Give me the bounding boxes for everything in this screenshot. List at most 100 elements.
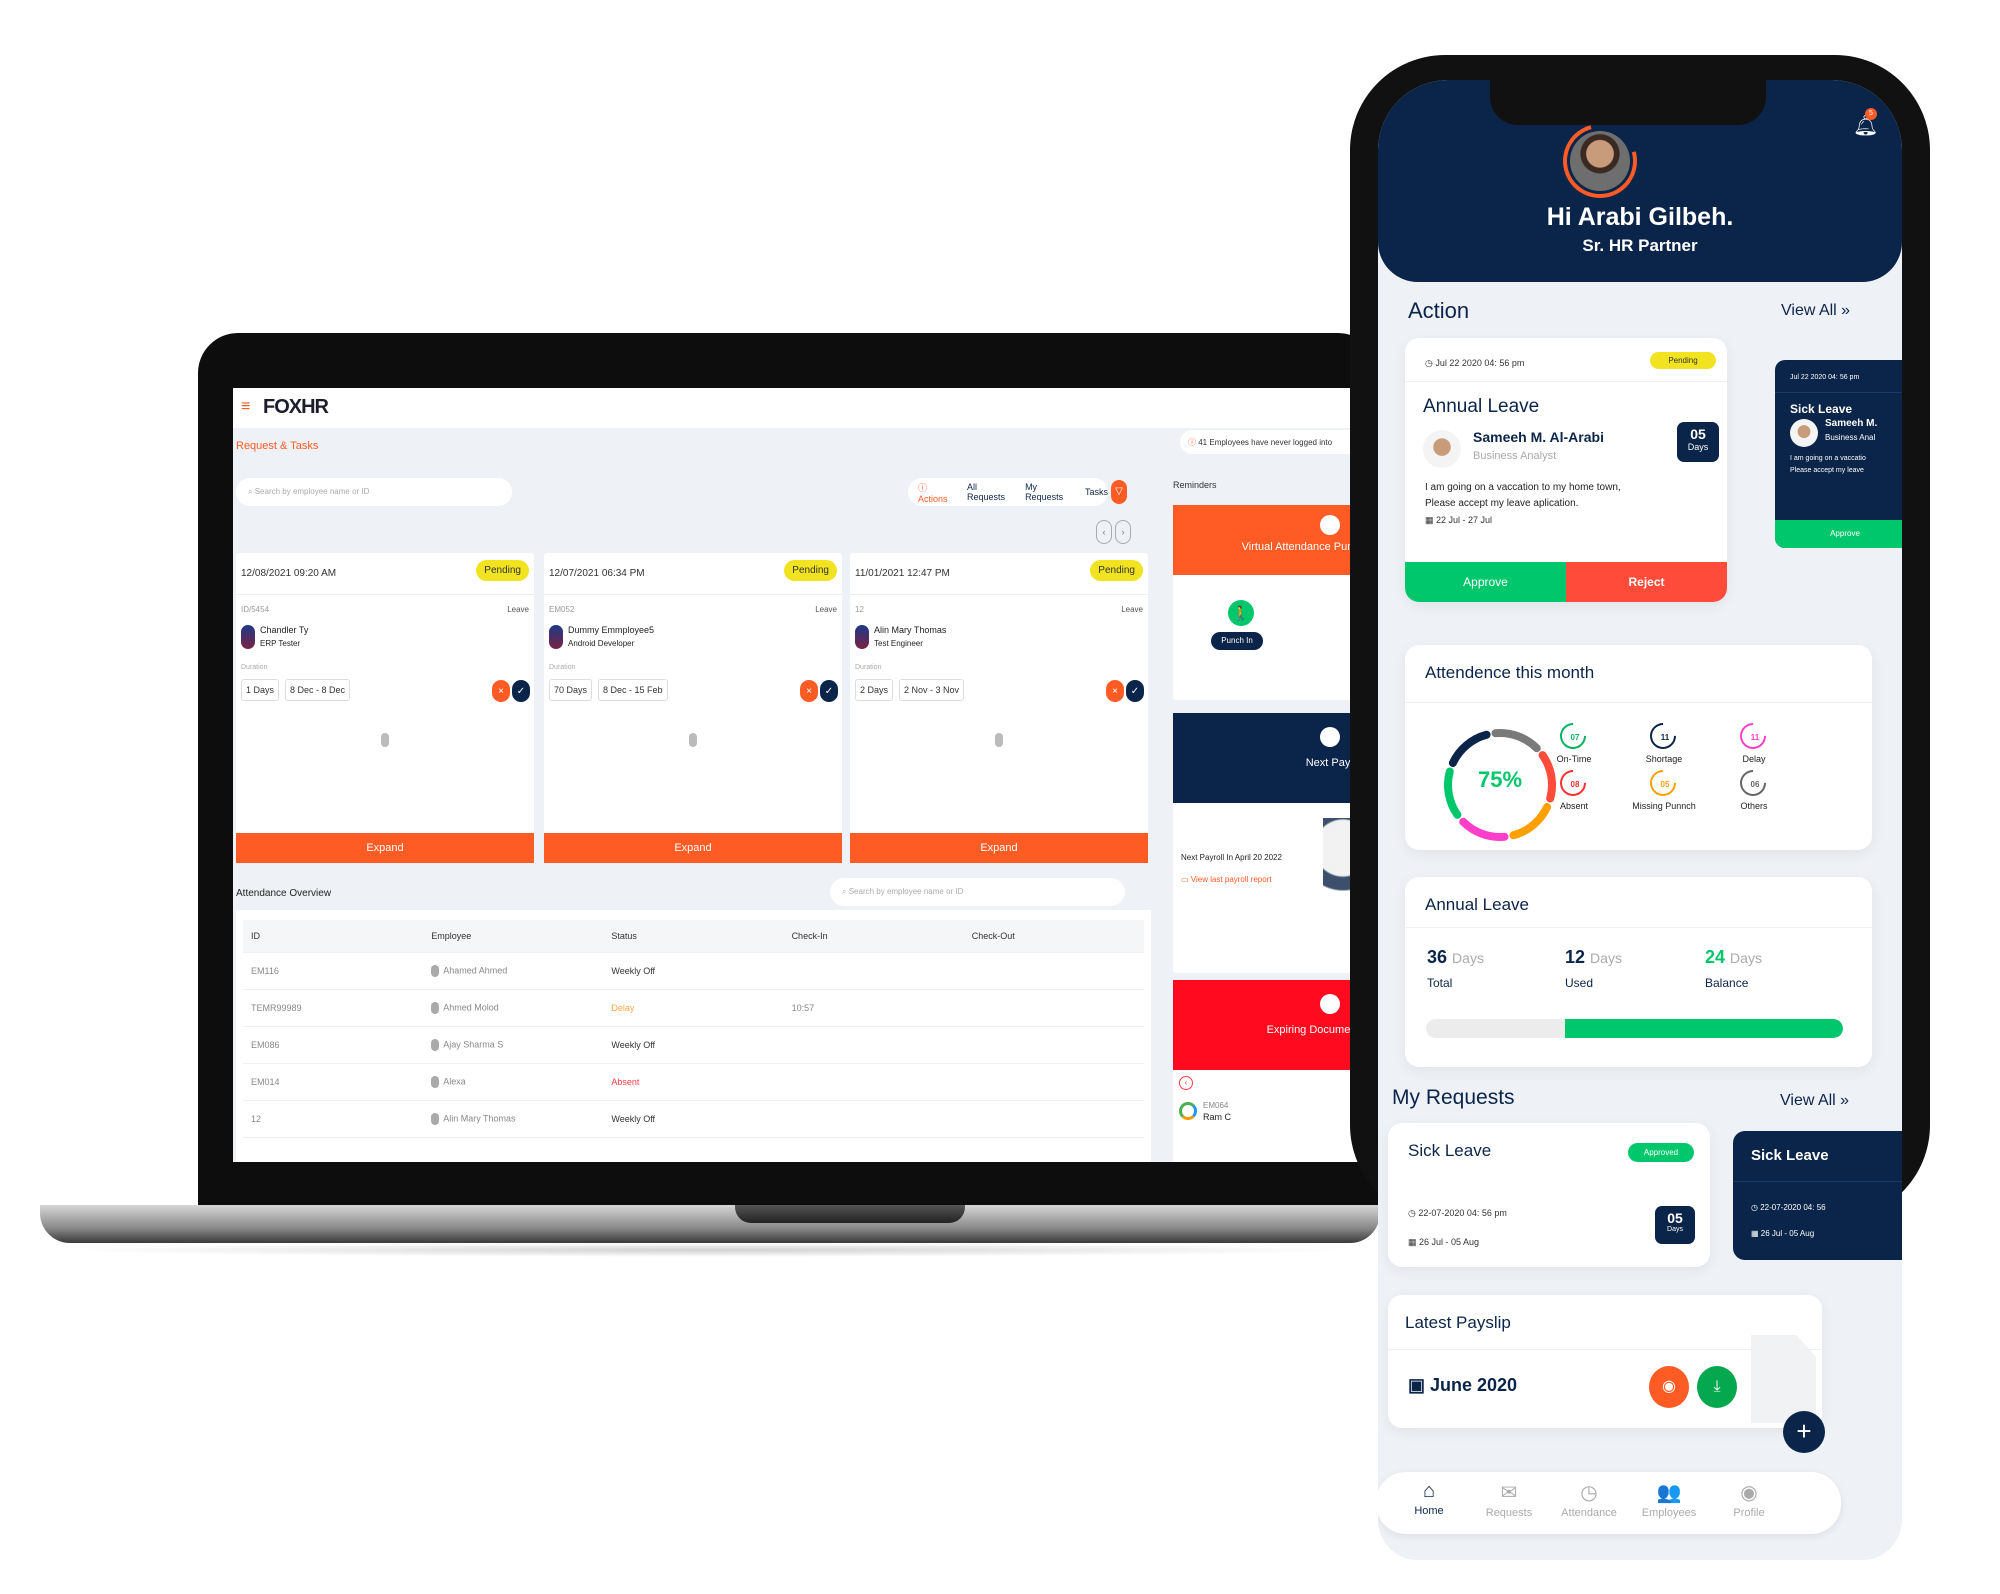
stat-value: 07 [1570,733,1580,742]
cell-employee: Alin Mary Thomas [423,1100,604,1138]
people-icon: 👥 [1656,1482,1682,1504]
nav-attendance[interactable]: ◷ Attendance [1544,1480,1634,1519]
cell-checkout [963,952,1144,990]
camera-notch [1490,80,1766,125]
duration-range: 8 Dec - 15 Feb [598,679,668,701]
duration-label: Duration [855,664,882,671]
approve-button[interactable]: ✓ [512,680,530,702]
column-header[interactable]: Check-In [783,920,964,953]
approve-button[interactable]: Approve [1405,562,1566,602]
reject-button[interactable]: × [492,680,510,702]
my-request-card-2[interactable]: Sick Leave ◷ 22-07-2020 04: 56 ▦ 26 Jul … [1733,1131,1902,1260]
bottom-nav: ⌂ Home ✉ Requests ◷ Attendance 👥 Employees ◉ Prof… [1378,1472,1841,1534]
nav-employees[interactable]: 👥 Employees [1624,1480,1714,1519]
employee-name: Dummy Emmployee5 [568,625,655,635]
download-payslip-button[interactable]: ⤓ [1697,1366,1737,1408]
stat-value: 11 [1750,733,1760,742]
nav-home[interactable]: ⌂ Home [1384,1480,1474,1517]
avatar[interactable] [1570,131,1630,191]
approve-button[interactable]: ✓ [820,680,838,702]
employee-avatar [1790,419,1818,447]
employee-avatar [855,625,869,649]
back-arrow-button[interactable]: ‹ [1179,1076,1193,1090]
nav-label: Requests [1485,1507,1533,1519]
table-row[interactable]: EM116 Ahamed Ahmed Weekly Off [243,952,1144,990]
laptop-notch [735,1205,965,1223]
expand-button[interactable]: Expand [544,833,842,863]
nav-label: Attendance [1561,1507,1617,1519]
leave-progress-fill [1564,1019,1843,1038]
nav-label: Employees [1641,1507,1697,1519]
cell-checkin: 10:57 [783,989,964,1027]
company-logo [1179,1102,1197,1120]
my-requests-title: My Requests [1392,1086,1515,1109]
expand-button[interactable]: Expand [236,833,534,863]
request-tabs: ⓘ Actions All Requests My Requests Tasks [908,478,1108,506]
next-arrow-button[interactable]: › [1115,520,1131,544]
approve-button[interactable]: Approve [1775,520,1902,548]
action-view-all-link[interactable]: View All » [1781,302,1850,320]
cell-checkout [963,989,1144,1027]
view-payslip-eye-button[interactable]: ◉ [1649,1366,1689,1408]
duration-days: 1 Days [241,679,280,701]
prev-arrow-button[interactable]: ‹ [1096,520,1112,544]
add-fab-button[interactable]: + [1783,1411,1825,1453]
login-alert[interactable]: ⓘ 41 Employees have never logged into [1180,430,1363,454]
employee-name: Ram C [1203,1112,1232,1122]
table-row[interactable]: EM086 Ajay Sharma S Weekly Off [243,1026,1144,1064]
leave-progress-bar [1426,1019,1843,1038]
column-header[interactable]: ID [243,920,424,953]
attendance-search-input[interactable]: ⌕ Search by employee name or ID [830,878,1125,906]
reject-button[interactable]: × [800,680,818,702]
duration-label: Duration [241,664,268,671]
hamburger-menu-icon[interactable]: ≡ [241,398,250,416]
status-badge: Pending [784,560,837,581]
annual-leave-card: Annual Leave 36 Days Total 12 Days Used … [1405,877,1872,1067]
attendance-percent: 75% [1477,767,1523,792]
nav-profile[interactable]: ◉ Profile [1704,1480,1794,1519]
request-type: Leave [815,605,837,614]
employee-id: EM064 [1203,1101,1229,1110]
approver-avatar [689,733,697,747]
reject-button[interactable]: × [1106,680,1124,702]
alert-icon: ⓘ [1188,438,1196,447]
stat-label: Others [1740,801,1768,811]
tab-my-requests[interactable]: My Requests [1025,482,1073,502]
nav-requests[interactable]: ✉ Requests [1464,1480,1554,1519]
approve-button[interactable]: ✓ [1126,680,1144,702]
request-search-input[interactable]: ⌕ Search by employee name or ID [236,478,512,506]
tab-actions[interactable]: ⓘ Actions [918,481,955,504]
punch-in-button[interactable]: Punch In [1211,632,1263,650]
column-header[interactable]: Status [603,920,784,953]
tab-all-requests[interactable]: All Requests [967,482,1013,502]
total-label: Total [1427,976,1453,990]
column-header[interactable]: Check-Out [963,920,1144,953]
payslip-title: Latest Payslip [1405,1313,1511,1332]
reject-button[interactable]: Reject [1566,562,1727,602]
table-row[interactable]: EM014 Alexa Absent [243,1063,1144,1101]
column-header[interactable]: Employee [423,920,604,953]
my-request-card[interactable]: Sick Leave Approved ◷ 22-07-2020 04: 56 … [1388,1123,1710,1267]
filter-button[interactable]: ▽ [1111,480,1127,504]
logo: FOXHR [263,396,329,418]
view-payroll-report-link[interactable]: ▭ View last payroll report [1181,875,1272,884]
link-label: View last payroll report [1190,875,1272,884]
laptop-screen: ≡ FOXHR Request & Tasks ⌕ Search by empl… [233,388,1363,1162]
expand-button[interactable]: Expand [850,833,1148,863]
request-message: I am going on a vaccation to my home tow… [1425,482,1621,509]
employee-role: Business Analyst [1473,450,1557,462]
table-row[interactable]: TEMR99989 Ahmed Molod Delay 10:57 [243,989,1144,1027]
expiring-title: Expiring Documents [1266,1024,1363,1036]
request-datetime: 12/08/2021 09:20 AM [241,568,337,579]
payroll-reminder-card: Next Payroll Next Payroll In April 20 20… [1173,713,1363,973]
annual-leave-title: Annual Leave [1425,895,1529,914]
requests-view-all-link[interactable]: View All » [1780,1092,1849,1110]
table-row[interactable]: 12 Alin Mary Thomas Weekly Off [243,1100,1144,1138]
tab-tasks[interactable]: Tasks [1085,487,1108,497]
phone-screen: Hi Arabi Gilbeh. Sr. HR Partner 🔔︎ 5 Act… [1378,80,1902,1560]
stat-label: Absent [1559,801,1589,811]
leave-type: Annual Leave [1423,396,1540,417]
user-circle-icon: ◉ [1740,1482,1758,1504]
home-icon: ⌂ [1422,1480,1436,1502]
cell-checkin [783,1063,964,1101]
